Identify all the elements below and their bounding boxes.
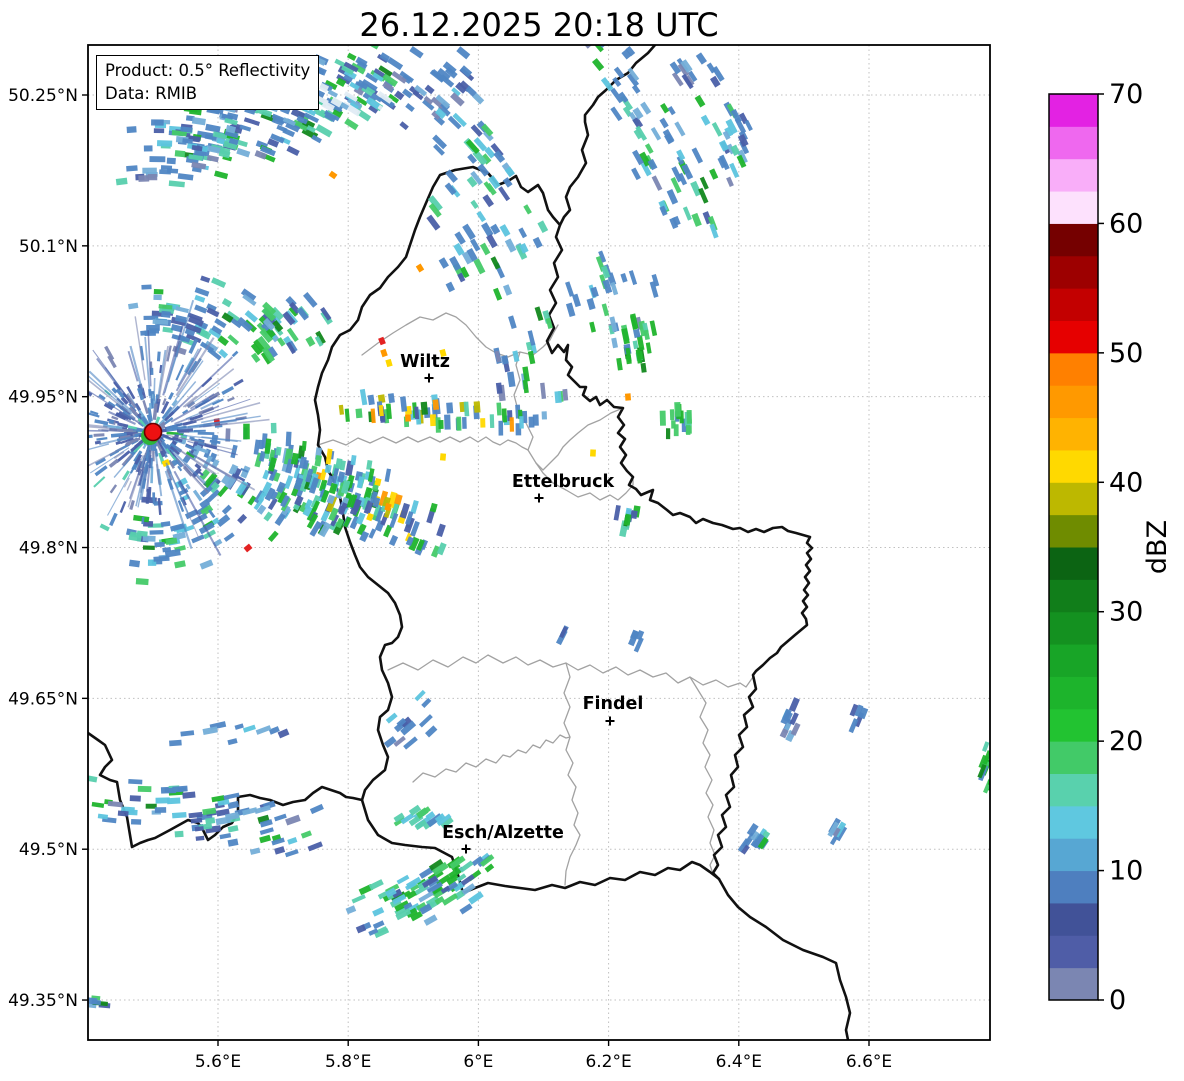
- colorbar-tick-label: 60: [1109, 208, 1143, 239]
- colorbar-segment: [1049, 773, 1098, 807]
- colorbar-segment: [1049, 838, 1098, 872]
- radar-figure-svg: WiltzEttelbruckFindelEsch/Alzette5.6°E 5.…: [8, 44, 1173, 1072]
- echo-cluster-e-mid-green: [616, 313, 658, 373]
- colorbar-segment: [1049, 741, 1098, 774]
- colorbar-segment: [1049, 126, 1098, 160]
- colorbar-tick-label: 70: [1109, 79, 1143, 110]
- colorbar-tick-label: 10: [1109, 856, 1143, 887]
- colorbar-segment: [1049, 223, 1098, 257]
- city-label: Findel: [583, 694, 644, 714]
- colorbar-segment: [1049, 352, 1098, 386]
- colorbar-segment: [1049, 805, 1098, 839]
- echo-cluster-c-small1: [555, 625, 569, 646]
- y-tick-label: 49.95°N: [8, 388, 78, 408]
- echo-cluster-c-small2: [628, 629, 645, 653]
- colorbar-segment: [1049, 676, 1098, 710]
- y-tick-label: 49.65°N: [8, 689, 78, 709]
- city-marker: [534, 493, 544, 503]
- product-info-line: Product: 0.5° Reflectivity: [105, 61, 311, 80]
- x-tick-label: 5.6°E: [195, 1052, 241, 1072]
- city-label: Ettelbruck: [512, 472, 615, 492]
- city-marker: [424, 373, 434, 383]
- colorbar-tick-label: 30: [1109, 597, 1143, 628]
- x-axis-ticks: 5.6°E 5.8°E 6°E 6.2°E 6.4°E 6.6°E: [195, 1040, 892, 1072]
- radar-echoes: [88, 45, 990, 1009]
- product-info-box: Product: 0.5° Reflectivity Data: RMIB: [96, 55, 320, 110]
- colorbar-tick-label: 40: [1109, 467, 1143, 498]
- city-marker: [605, 716, 615, 726]
- echo-cluster-mid-scatter: [426, 176, 549, 301]
- x-tick-label: 6.6°E: [846, 1052, 892, 1072]
- colorbar-tick-label: 0: [1109, 985, 1126, 1016]
- echo-cluster-se-scatter2: [737, 822, 771, 855]
- plot-frame: [87, 44, 991, 1041]
- echo-cluster-e-edge: [977, 741, 990, 794]
- x-tick-label: 6.2°E: [585, 1052, 631, 1072]
- city-label: Wiltz: [400, 352, 450, 372]
- echo-cluster-s-mid-band: [345, 852, 495, 939]
- colorbar-unit-label: dBZ: [1142, 520, 1173, 574]
- radar-map-page: { "title": "26.12.2025 20:18 UTC", "info…: [0, 0, 1184, 1081]
- echo-cluster-w-low: [99, 496, 235, 586]
- data-source-line: Data: RMIB: [105, 84, 198, 103]
- echo-cluster-e-small3: [613, 504, 641, 538]
- colorbar-segment: [1049, 547, 1098, 580]
- y-tick-label: 49.8°N: [19, 539, 78, 559]
- colorbar-segment: [1049, 902, 1098, 936]
- city-label: Esch/Alzette: [442, 823, 564, 843]
- city-marker: [461, 844, 471, 854]
- colorbar-segment: [1049, 611, 1098, 645]
- colorbar-segment: [1049, 191, 1098, 224]
- echo-cluster-ne-blob: [694, 94, 753, 187]
- colorbar-segment: [1049, 935, 1098, 969]
- grid-lines: [88, 45, 990, 1040]
- colorbar-segment: [1049, 288, 1098, 321]
- colorbar-segment: [1049, 385, 1098, 419]
- echo-cluster-se-scatter1: [779, 697, 801, 743]
- colorbar-segment: [1049, 94, 1098, 127]
- colorbar-segment: [1049, 967, 1098, 1001]
- echo-cluster-ne-blob2: [669, 52, 725, 90]
- colorbar-segment: [1049, 320, 1098, 354]
- echo-cluster-e-mid2: [659, 401, 693, 440]
- y-tick-label: 50.1°N: [19, 237, 78, 257]
- colorbar-segment: [1049, 644, 1098, 677]
- colorbar: 0 10 20 30 40 50 60 70 dBZ: [1048, 79, 1173, 1016]
- colorbar-tick-label: 20: [1109, 726, 1143, 757]
- x-tick-label: 6°E: [463, 1052, 493, 1072]
- echo-cluster-e-far: [848, 703, 869, 734]
- y-tick-label: 50.25°N: [8, 86, 78, 106]
- x-tick-label: 5.8°E: [325, 1052, 371, 1072]
- colorbar-segment: [1049, 255, 1098, 289]
- echo-cluster-sw-dashes: [169, 721, 290, 747]
- colorbar-segment: [1049, 708, 1098, 742]
- colorbar-segment: [1049, 579, 1098, 613]
- y-tick-label: 49.35°N: [8, 991, 78, 1011]
- y-axis-ticks: 50.25°N 50.1°N 49.95°N 49.8°N 49.65°N 49.5°N 4…: [8, 86, 88, 1011]
- colorbar-segment: [1049, 417, 1098, 451]
- colorbar-tick-label: 50: [1109, 338, 1143, 369]
- echo-cluster-ne-band: [578, 45, 719, 239]
- colorbar-segment: [1049, 158, 1098, 192]
- colorbar-segment: [1049, 870, 1098, 904]
- x-tick-label: 6.4°E: [716, 1052, 762, 1072]
- echo-cluster-se-scatter3: [827, 817, 848, 846]
- echo-cluster-n-cluster: [391, 46, 485, 131]
- colorbar-segment: [1049, 514, 1098, 548]
- map-plot-area: Wiltz Ettelbruck Findel Esch/Alzette: [88, 45, 990, 1040]
- colorbar-segment: [1049, 482, 1098, 516]
- y-tick-label: 49.5°N: [19, 840, 78, 860]
- colorbar-segment: [1049, 449, 1098, 483]
